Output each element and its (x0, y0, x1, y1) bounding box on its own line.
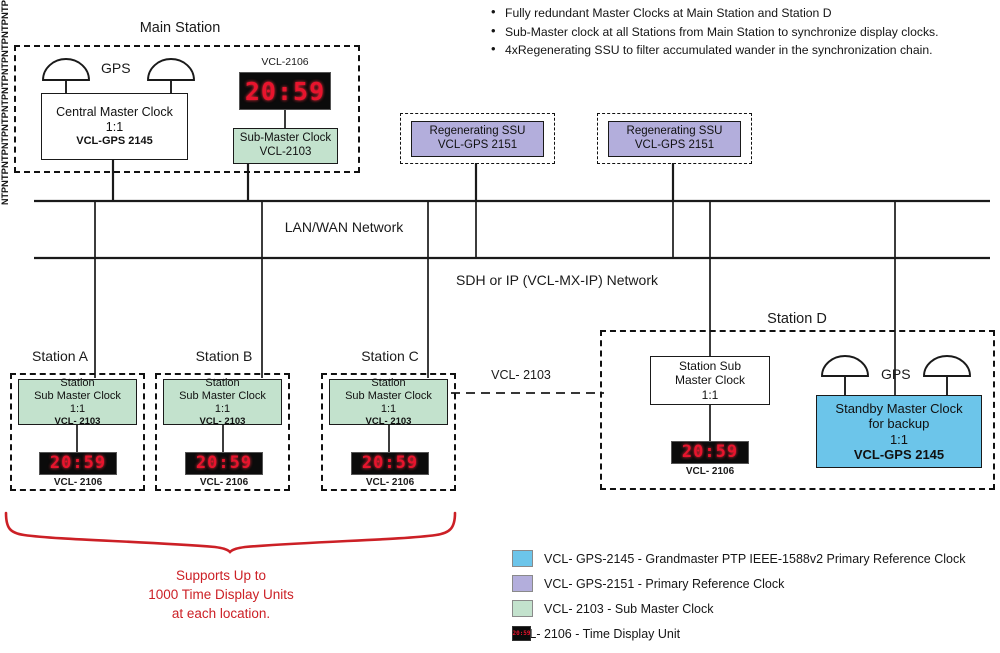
time-display-unit-station-a: 20:59 (39, 452, 117, 475)
summary-bullet-list: Fully redundant Master Clocks at Main St… (487, 3, 997, 60)
central-master-clock-model: VCL-GPS 2145 (76, 134, 153, 147)
legend-row: VCL- 2103 - Sub Master Clock (512, 596, 992, 621)
standby-master-line2: for backup (868, 416, 930, 432)
legend-row: VCL- GPS-2151 - Primary Reference Clock (512, 571, 992, 596)
regenerating-ssu-box-2[interactable]: Regenerating SSU VCL-GPS 2151 (608, 121, 741, 157)
main-display-model-label: VCL-2106 (261, 56, 309, 68)
legend-swatch-2106: 20:59 (512, 626, 531, 641)
station-a-title: Station A (31, 348, 89, 364)
time-display-unit-station-d: 20:59 (671, 441, 749, 464)
time-display-unit-main: 20:59 (239, 72, 331, 110)
station-d-sm-line2: Master Clock (674, 373, 745, 388)
ntp-label-station-c-display: NTP (0, 131, 10, 149)
ssu-1-model: VCL-GPS 2151 (437, 139, 518, 151)
capacity-note: Supports Up to 1000 Time Display Units a… (71, 566, 371, 623)
station-a-display-model: VCL- 2106 (53, 477, 103, 488)
time-display-unit-station-b: 20:59 (185, 452, 263, 475)
station-c-sm-line2: Sub Master Clock (345, 389, 432, 402)
station-a-sm-line2: Sub Master Clock (34, 389, 121, 402)
legend-label-2103: VCL- 2103 - Sub Master Clock (544, 601, 714, 616)
standby-master-line1: Standby Master Clock (835, 400, 963, 416)
ssu-2-model: VCL-GPS 2151 (634, 139, 715, 151)
vcl-2103-link-label: VCL- 2103 (491, 368, 551, 382)
station-c-sub-master-box[interactable]: Station Sub Master Clock 1:1 VCL- 2103 (329, 376, 448, 427)
sub-master-clock-line1: Sub-Master Clock (239, 132, 332, 145)
central-master-clock-line2: 1:1 (105, 120, 124, 135)
capacity-note-line3: at each location. (171, 606, 271, 621)
clock-time-station-a: 20:59 (49, 453, 107, 473)
standby-master-model: VCL-GPS 2145 (853, 446, 945, 462)
ntp-label-station-d-standby: NTP (0, 168, 11, 187)
station-a-sm-line3: 1:1 (69, 402, 86, 415)
legend-swatch-gps-2151 (512, 575, 533, 592)
station-c-title: Station C (361, 348, 419, 364)
station-d-title: Station D (767, 311, 827, 327)
bullet-item: Sub-Master clock at all Stations from Ma… (491, 22, 997, 42)
station-b-display-model: VCL- 2106 (199, 477, 249, 488)
ssu-1-line1: Regenerating SSU (429, 125, 526, 138)
sdh-ip-network-label: SDH or IP (VCL-MX-IP) Network (456, 272, 658, 288)
legend-label-2106: VCL- 2106 - Time Display Unit (512, 626, 681, 641)
station-c-sm-line3: 1:1 (380, 402, 397, 415)
station-b-sm-line1: Station (205, 376, 240, 389)
central-master-clock-box[interactable]: Central Master Clock 1:1 VCL-GPS 2145 (41, 93, 188, 160)
station-c-display-model: VCL- 2106 (365, 477, 415, 488)
ntp-label-station-a: NTP (0, 38, 11, 57)
station-d-sm-line3: 1:1 (701, 387, 719, 402)
ntp-label-station-d-display: NTP (0, 187, 10, 205)
station-a-sub-master-box[interactable]: Station Sub Master Clock 1:1 VCL- 2103 (18, 376, 137, 427)
central-master-clock-line1: Central Master Clock (56, 105, 173, 120)
ntp-label-station-d-sub: NTP (0, 149, 11, 168)
station-b-sm-line3: 1:1 (214, 402, 231, 415)
station-d-sm-line1: Station Sub (678, 359, 742, 374)
gps-label-station-d: GPS (881, 366, 911, 382)
legend: VCL- GPS-2145 - Grandmaster PTP IEEE-158… (512, 546, 992, 646)
legend-clock-time: 20:59 (512, 630, 531, 637)
station-b-sm-model: VCL- 2103 (199, 415, 246, 427)
capacity-note-line2: 1000 Time Display Units (148, 587, 294, 602)
standby-master-clock-box[interactable]: Standby Master Clock for backup 1:1 VCL-… (816, 395, 982, 468)
ntp-label-station-b: NTP (0, 75, 11, 94)
legend-swatch-2103 (512, 600, 533, 617)
regenerating-ssu-box-1[interactable]: Regenerating SSU VCL-GPS 2151 (411, 121, 544, 157)
station-a-sm-model: VCL- 2103 (54, 415, 101, 427)
clock-time-main: 20:59 (244, 76, 326, 106)
sub-master-clock-model: VCL-2103 (259, 146, 312, 158)
ntp-label-submaster: NTP (0, 19, 11, 38)
station-b-sub-master-box[interactable]: Station Sub Master Clock 1:1 VCL- 2103 (163, 376, 282, 427)
station-d-sub-master-box[interactable]: Station Sub Master Clock 1:1 (650, 356, 770, 405)
station-a-sm-line1: Station (60, 376, 95, 389)
standby-master-line3: 1:1 (889, 431, 909, 447)
clock-time-station-d: 20:59 (681, 442, 739, 462)
red-brace (4, 511, 457, 554)
station-d-display-model: VCL- 2106 (685, 466, 735, 477)
legend-label-gps-2145: VCL- GPS-2145 - Grandmaster PTP IEEE-158… (544, 551, 966, 566)
legend-swatch-gps-2145 (512, 550, 533, 567)
legend-row: VCL- GPS-2145 - Grandmaster PTP IEEE-158… (512, 546, 992, 571)
station-b-sm-line2: Sub Master Clock (179, 389, 266, 402)
station-b-title: Station B (195, 348, 253, 364)
ntp-label-station-a-display: NTP (0, 57, 10, 75)
legend-label-gps-2151: VCL- GPS-2151 - Primary Reference Clock (544, 576, 785, 591)
legend-row: 20:59 VCL- 2106 - Time Display Unit (512, 621, 992, 646)
capacity-note-line1: Supports Up to (175, 568, 267, 583)
ntp-label-station-b-display: NTP (0, 94, 10, 112)
clock-time-station-b: 20:59 (195, 453, 253, 473)
ntp-label-station-c: NTP (0, 112, 11, 131)
clock-time-station-c: 20:59 (361, 453, 419, 473)
ntp-label-central: NTP (0, 0, 11, 19)
lan-wan-network-label: LAN/WAN Network (284, 219, 404, 235)
station-c-sm-model: VCL- 2103 (365, 415, 412, 427)
station-c-sm-line1: Station (371, 376, 406, 389)
bullet-item: 4xRegenerating SSU to filter accumulated… (491, 40, 997, 60)
time-display-unit-station-c: 20:59 (351, 452, 429, 475)
bullet-item: Fully redundant Master Clocks at Main St… (491, 3, 997, 23)
diagram-canvas: Fully redundant Master Clocks at Main St… (0, 0, 1000, 653)
gps-label-main: GPS (101, 60, 131, 76)
ssu-2-line1: Regenerating SSU (626, 125, 723, 138)
main-station-title: Main Station (139, 20, 221, 36)
sub-master-clock-box-main[interactable]: Sub-Master Clock VCL-2103 (233, 128, 338, 164)
